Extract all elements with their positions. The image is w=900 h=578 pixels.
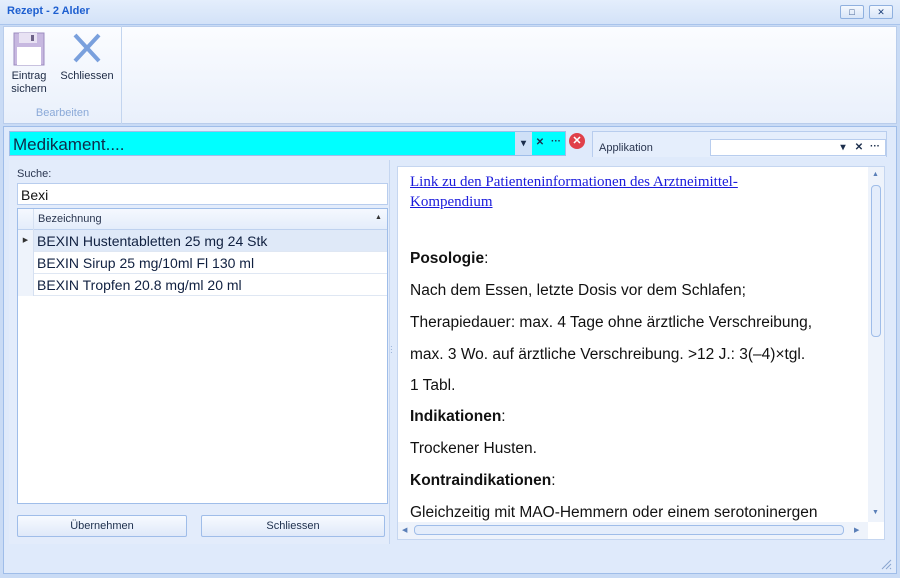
search-panel: Suche: Bexi Bezeichnung ▲ ▶ BEXIN Hustent…: [9, 160, 390, 544]
search-input[interactable]: Bexi: [17, 183, 388, 205]
window-title: Rezept - 2 Alder: [7, 5, 90, 17]
save-entry-button[interactable]: Eintrag sichern: [9, 32, 49, 98]
accept-button[interactable]: Übernehmen: [17, 515, 187, 537]
ribbon: [3, 26, 897, 124]
search-label: Suche:: [17, 168, 52, 180]
horizontal-scroll-thumb[interactable]: [414, 525, 844, 535]
medication-grid: Bezeichnung ▲ ▶ BEXIN Hustentabletten 25 …: [17, 208, 388, 504]
applikation-field[interactable]: ▾ ✕ ···: [710, 139, 886, 156]
applikation-panel: Applikation ▾ ✕ ···: [592, 131, 887, 157]
splitter-handle[interactable]: · · ·: [390, 343, 393, 357]
medikament-more-button[interactable]: ···: [548, 136, 564, 147]
row-label: BEXIN Sirup 25 mg/10ml Fl 130 ml: [37, 255, 255, 271]
vertical-scrollbar[interactable]: ▲ ▼: [868, 167, 884, 522]
scroll-right-icon[interactable]: ▶: [854, 526, 859, 534]
horizontal-scrollbar[interactable]: ◀ ▶: [398, 522, 868, 539]
group-label: Bearbeiten: [35, 107, 90, 119]
resize-grip-icon[interactable]: [880, 558, 892, 570]
applikation-label: Applikation: [599, 142, 653, 154]
doc-line: Trockener Husten.: [410, 440, 537, 457]
close-label: Schliessen: [60, 70, 114, 82]
doc-line: 1 Tabl.: [410, 377, 456, 394]
scroll-up-icon[interactable]: ▲: [872, 171, 879, 178]
header-indicator-cell: [18, 209, 34, 230]
doc-line: Nach dem Essen, letzte Dosis vor dem Sch…: [410, 282, 746, 299]
colon: :: [501, 408, 506, 425]
save-label-line1: Eintrag: [11, 70, 47, 82]
medikament-field[interactable]: Medikament.... ▾ ✕ ···: [9, 131, 566, 156]
row-label: BEXIN Hustentabletten 25 mg 24 Stk: [37, 233, 268, 249]
scroll-down-icon[interactable]: ▼: [872, 509, 879, 516]
drug-info-content: Link zu den Patienteninformationen des A…: [410, 172, 865, 521]
error-icon: ✕: [569, 133, 585, 149]
vertical-scroll-thumb[interactable]: [871, 185, 881, 337]
doc-line: Gleichzeitig mit MAO-Hemmern oder einem …: [410, 504, 818, 521]
column-bezeichnung[interactable]: Bezeichnung: [38, 213, 102, 225]
colon: :: [551, 472, 556, 489]
doc-line: Therapiedauer: max. 4 Tage ohne ärztlich…: [410, 314, 813, 331]
row-label: BEXIN Tropfen 20.8 mg/ml 20 ml: [37, 277, 242, 293]
restore-button[interactable]: □: [840, 5, 864, 19]
medikament-value: Medikament....: [13, 135, 125, 154]
close-x-icon: [73, 33, 101, 63]
scroll-left-icon[interactable]: ◀: [402, 526, 407, 534]
save-label-line2: sichern: [11, 83, 47, 95]
heading-posologie: Posologie: [410, 250, 485, 267]
table-row[interactable]: BEXIN Tropfen 20.8 mg/ml 20 ml: [18, 274, 387, 296]
title-bar: Rezept - 2 Alder □ ✕: [0, 0, 900, 25]
compendium-link[interactable]: Link zu den Patienteninformationen des A…: [410, 172, 810, 212]
applikation-clear-button[interactable]: ✕: [853, 142, 865, 153]
close-ribbon-button[interactable]: Schliessen: [59, 32, 115, 84]
sort-ascending-icon: ▲: [375, 214, 382, 221]
colon: :: [484, 250, 489, 267]
close-button[interactable]: Schliessen: [201, 515, 385, 537]
floppy-disk-icon: [13, 32, 45, 66]
applikation-more-button[interactable]: ···: [868, 141, 882, 152]
grid-header[interactable]: Bezeichnung ▲: [18, 209, 387, 230]
medikament-clear-button[interactable]: ✕: [533, 137, 547, 148]
medikament-dropdown-button[interactable]: ▾: [515, 132, 532, 155]
row-indicator-cell: [18, 252, 34, 274]
table-row[interactable]: BEXIN Sirup 25 mg/10ml Fl 130 ml: [18, 252, 387, 274]
heading-kontraindikationen: Kontraindikationen: [410, 472, 552, 489]
drug-info-panel: Link zu den Patienteninformationen des A…: [397, 166, 885, 540]
close-window-button[interactable]: ✕: [869, 5, 893, 19]
table-row[interactable]: ▶ BEXIN Hustentabletten 25 mg 24 Stk: [18, 230, 387, 252]
heading-indikationen: Indikationen: [410, 408, 502, 425]
row-indicator-icon: ▶: [18, 230, 34, 252]
applikation-dropdown-button[interactable]: ▾: [837, 142, 849, 153]
row-indicator-cell: [18, 274, 34, 296]
doc-line: max. 3 Wo. auf ärztliche Verschreibung. …: [410, 346, 806, 363]
